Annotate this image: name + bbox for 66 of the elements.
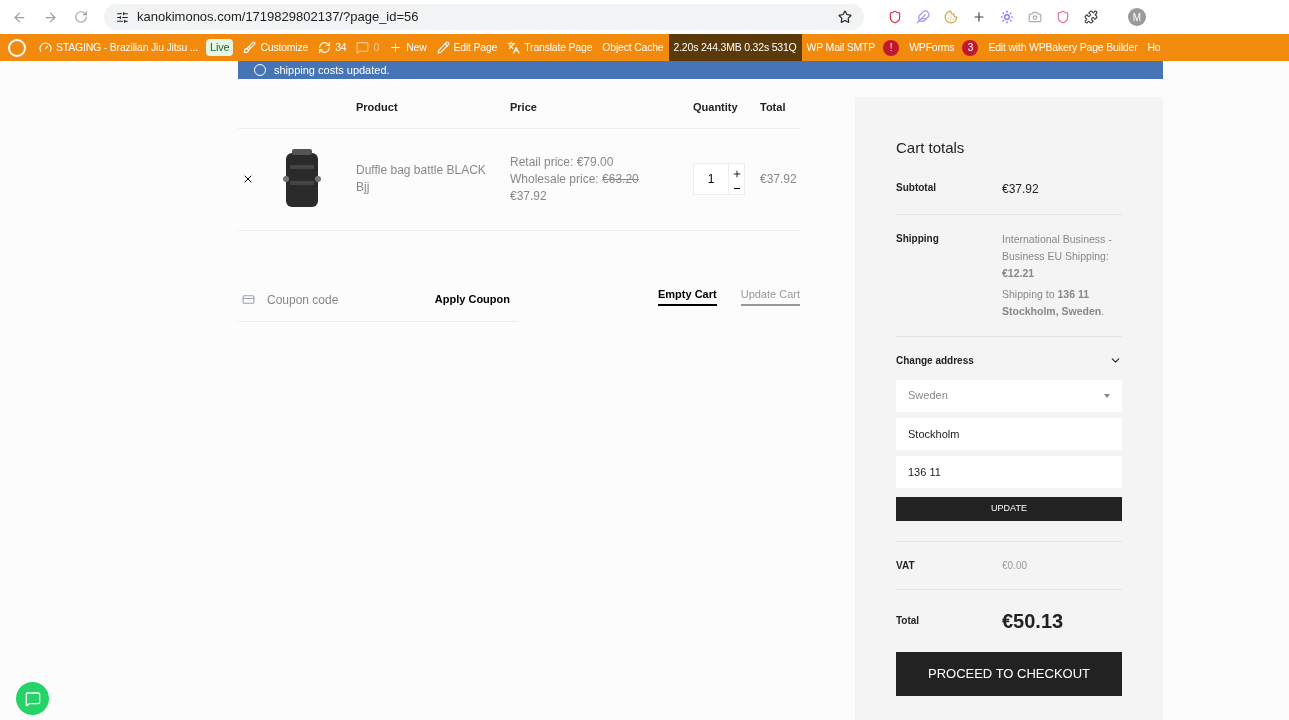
whatsapp-icon[interactable] [16,682,49,715]
vat-value: €0.00 [1002,558,1028,573]
url-text: kanokimonos.com/1719829802137/?page_id=56 [137,8,420,27]
column-header: Quantity [693,100,739,115]
bookmark-icon[interactable] [838,10,852,24]
empty-cart-button[interactable]: Empty Cart [658,285,717,307]
feather-icon[interactable] [916,10,930,24]
plus-icon [389,41,403,54]
sun-icon[interactable] [1000,10,1014,24]
wholesale-price: Wholesale price: €63.20 [510,170,640,188]
notice-text: shipping costs updated. [274,62,390,78]
brush-icon [243,41,257,54]
change-address-toggle[interactable]: Change address [896,352,1122,368]
count-badge: ! [883,39,900,56]
quantity-value: 1 [706,171,716,188]
minus-icon[interactable] [733,188,740,190]
address-bar[interactable]: kanokimonos.com/1719829802137/?page_id=56 [104,4,864,30]
line-total: €37.92 [760,171,798,188]
column-header: Total [760,100,787,115]
total-label: Total [896,614,921,628]
postcode-field[interactable]: 136 11 [896,455,1122,488]
shield-icon[interactable] [1056,10,1070,24]
admin-bar-item[interactable]: WP Mail SMTP ! [801,34,905,61]
column-header: Price [510,100,538,115]
translate-icon [507,41,521,54]
cookie-icon[interactable] [944,10,958,24]
reload-icon[interactable] [74,10,88,24]
shipping-cost: €12.21 [1002,265,1036,281]
admin-bar-item[interactable]: STAGING - Brazilian Jiu Jitsu ... Live [34,34,239,61]
update-button[interactable]: UPDATE [896,496,1122,521]
shipping-destination: Shipping to 136 11 Stockholm, Sweden. [1002,286,1106,319]
total-value: €50.13 [1002,608,1064,634]
city-field[interactable]: Stockholm [896,417,1122,450]
vat-label: VAT [896,558,916,573]
coupon-icon [242,293,255,306]
product-name[interactable]: Duffle bag battle BLACK Bjj [356,162,510,196]
discounted-price: €37.92 [510,187,548,205]
pencil-icon [436,41,450,54]
coupon-field[interactable]: Coupon code Apply Coupon [238,286,518,322]
refresh-icon [318,41,332,54]
count-badge: 3 [962,39,979,56]
shield-icon[interactable] [888,10,902,24]
back-icon[interactable] [12,9,27,25]
subtotal-label: Subtotal [896,180,937,195]
quantity-stepper[interactable]: 1 [693,163,745,195]
retail-price: Retail price: €79.00 [510,153,615,171]
plus-icon[interactable] [731,168,742,179]
remove-icon[interactable] [242,173,254,185]
shipping-label: Shipping [896,231,940,246]
performance-stats[interactable]: 2.20s 244.3MB 0.32s 531Q [668,34,802,61]
cart-totals-title: Cart totals [896,138,966,158]
extensions-icon[interactable] [1084,10,1098,24]
subtotal-value: €37.92 [1002,180,1039,198]
dashboard-icon [39,41,52,54]
country-select[interactable]: Sweden [896,379,1122,412]
checkout-button[interactable]: PROCEED TO CHECKOUT [896,651,1122,696]
forward-icon[interactable] [43,9,58,25]
column-header: Product [356,100,399,115]
apply-coupon-button[interactable]: Apply Coupon [434,291,518,308]
site-settings-icon[interactable] [116,10,129,24]
dropdown-arrow-icon [1104,393,1110,398]
live-badge: Live [206,39,234,56]
camera-icon[interactable] [1028,10,1042,24]
shipping-method: International Business - Business EU Shipping: [1002,231,1113,264]
admin-bar-item[interactable]: WPForms 3 [904,34,984,61]
comment-icon [356,41,370,54]
